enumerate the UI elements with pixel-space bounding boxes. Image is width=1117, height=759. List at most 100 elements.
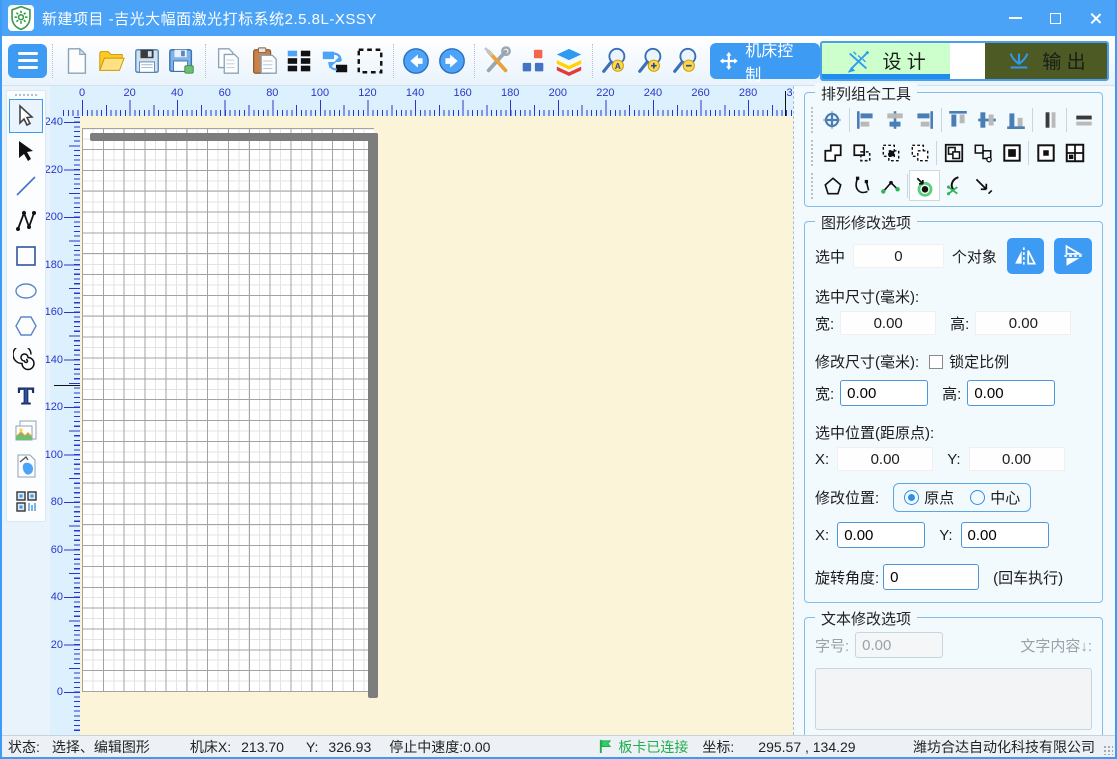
mode-tabs: 设 计 输 出 xyxy=(820,41,1109,81)
modify-x-input[interactable] xyxy=(837,522,925,548)
paste-button[interactable] xyxy=(246,41,281,81)
new-file-button[interactable] xyxy=(58,41,93,81)
menu-button[interactable] xyxy=(8,44,47,78)
ungroup-button[interactable] xyxy=(968,138,997,167)
ruler-v-label: 0 xyxy=(57,686,63,698)
tool-select[interactable] xyxy=(9,99,43,133)
modify-width-input[interactable] xyxy=(840,380,928,406)
distribute-h-button[interactable] xyxy=(1035,105,1064,134)
align-right-button[interactable] xyxy=(910,105,939,134)
cut-curve-button[interactable] xyxy=(939,171,968,200)
lock-ratio-checkbox[interactable] xyxy=(929,355,943,369)
align-left-button[interactable] xyxy=(852,105,881,134)
select-node-button[interactable] xyxy=(910,171,939,200)
selected-pos-label-row: 选中位置(距原点): xyxy=(815,422,1092,443)
align-top-button[interactable] xyxy=(944,105,973,134)
flip-horizontal-icon xyxy=(1013,243,1039,269)
save-button[interactable] xyxy=(129,41,164,81)
tool-vector-fill[interactable] xyxy=(9,449,43,483)
line-icon xyxy=(13,173,39,199)
align-center-both-button[interactable] xyxy=(818,105,847,134)
work-area-grid[interactable] xyxy=(82,128,374,692)
tool-spiral[interactable] xyxy=(9,344,43,378)
tool-node-edit[interactable] xyxy=(9,134,43,168)
open-folder-icon xyxy=(96,46,126,76)
split-grid-button[interactable] xyxy=(1060,138,1089,167)
copy-button[interactable] xyxy=(211,41,246,81)
tool-array-mark[interactable] xyxy=(9,484,43,518)
ruler-h-label: 180 xyxy=(501,87,519,99)
tab-output[interactable]: 输 出 xyxy=(985,43,1107,79)
coord-label: 坐标: xyxy=(702,737,734,757)
rotate-angle-input[interactable] xyxy=(883,564,979,590)
select-cursor-icon xyxy=(13,103,39,129)
align-middle-button[interactable] xyxy=(972,105,1001,134)
zoom-fit-button[interactable]: A xyxy=(598,41,633,81)
machine-x-value: 213.70 xyxy=(241,739,284,755)
align-bottom-button[interactable] xyxy=(1001,105,1030,134)
row-grip xyxy=(811,107,815,133)
open-file-button[interactable] xyxy=(94,41,129,81)
ruler-h-label: 200 xyxy=(549,87,567,99)
forward-arrow-icon xyxy=(437,46,467,76)
modify-height-input[interactable] xyxy=(967,380,1055,406)
tool-rectangle[interactable] xyxy=(9,239,43,273)
machine-y-label: Y: xyxy=(306,739,318,755)
edit-nodes-button[interactable] xyxy=(876,171,905,200)
transform-swap-button[interactable] xyxy=(317,41,352,81)
save-as-button[interactable] xyxy=(164,41,199,81)
open-curve-button[interactable] xyxy=(847,171,876,200)
save-icon xyxy=(132,46,162,76)
tools-icon xyxy=(483,46,513,76)
pick-node-button[interactable] xyxy=(968,171,997,200)
zoom-in-button[interactable] xyxy=(633,41,668,81)
settings-tools-button[interactable] xyxy=(480,41,515,81)
modify-y-input[interactable] xyxy=(961,522,1049,548)
resize-grip[interactable] xyxy=(1103,745,1113,755)
selected-width-field: 0.00 xyxy=(840,311,936,335)
fill-params-button[interactable] xyxy=(516,41,551,81)
ruler-v-label: 180 xyxy=(45,259,63,271)
flip-vertical-button[interactable] xyxy=(1054,238,1092,274)
app-window: 新建项目 -吉光大幅面激光打标系统2.5.8L-XSSY xyxy=(0,0,1117,759)
tool-ellipse[interactable] xyxy=(9,274,43,308)
trim-subtract-button[interactable] xyxy=(847,138,876,167)
machine-control-button[interactable]: 机床控制 xyxy=(710,43,820,79)
radio-center-dot xyxy=(970,490,985,505)
outline-center-button[interactable] xyxy=(1031,138,1060,167)
fill-solid-button[interactable] xyxy=(997,138,1026,167)
ruler-h-label: 280 xyxy=(739,87,757,99)
minimize-button[interactable] xyxy=(995,0,1035,36)
zoom-in-icon xyxy=(636,46,666,76)
ruler-h-label: 80 xyxy=(266,87,278,99)
ruler-v-label: 240 xyxy=(45,116,63,128)
undo-button[interactable] xyxy=(399,41,434,81)
intersect-button[interactable] xyxy=(876,138,905,167)
ruler-v-label: 220 xyxy=(45,164,63,176)
close-curve-button[interactable] xyxy=(818,171,847,200)
ruler-v-label: 140 xyxy=(45,354,63,366)
redo-button[interactable] xyxy=(434,41,469,81)
radio-center[interactable]: 中心 xyxy=(970,487,1020,508)
tool-line[interactable] xyxy=(9,169,43,203)
tool-image[interactable] xyxy=(9,414,43,448)
exclude-button[interactable] xyxy=(905,138,934,167)
close-button[interactable] xyxy=(1075,0,1115,36)
ruler-v-label: 60 xyxy=(51,544,63,556)
select-area-button[interactable] xyxy=(352,41,387,81)
maximize-button[interactable] xyxy=(1035,0,1075,36)
weld-union-button[interactable] xyxy=(818,138,847,167)
layers-button[interactable] xyxy=(551,41,586,81)
tool-polygon[interactable] xyxy=(9,309,43,343)
drawing-canvas[interactable] xyxy=(80,116,797,735)
zoom-out-button[interactable] xyxy=(668,41,703,81)
board-status: 板卡已连接 xyxy=(618,737,688,757)
radio-origin[interactable]: 原点 xyxy=(904,487,954,508)
tool-polyline[interactable] xyxy=(9,204,43,238)
align-center-h-button[interactable] xyxy=(881,105,910,134)
array-copy-button[interactable] xyxy=(282,41,317,81)
tool-text[interactable]: T xyxy=(9,379,43,413)
flip-horizontal-button[interactable] xyxy=(1007,238,1045,274)
distribute-v-button[interactable] xyxy=(1069,105,1098,134)
group-button[interactable] xyxy=(939,138,968,167)
